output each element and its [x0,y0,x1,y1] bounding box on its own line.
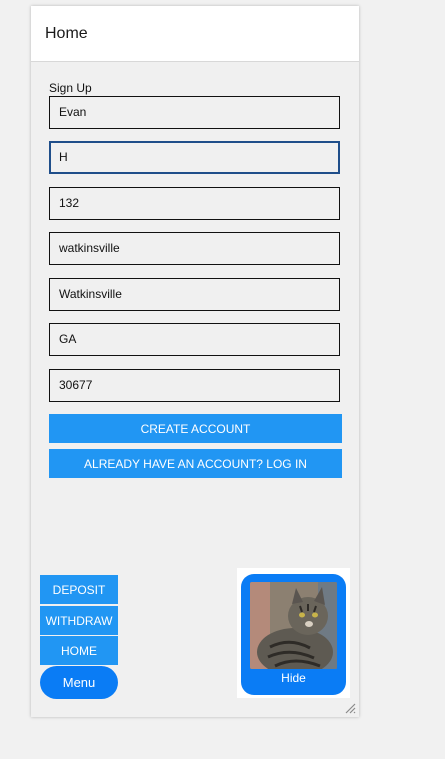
cat-panel: Hide [237,568,350,698]
cat-card[interactable]: Hide [241,574,346,695]
deposit-button[interactable]: DEPOSIT [40,575,118,604]
withdraw-button[interactable]: WITHDRAW [40,606,118,635]
hide-button[interactable]: Hide [241,671,346,685]
home-button[interactable]: HOME [40,636,118,665]
login-button[interactable]: ALREADY HAVE AN ACCOUNT? LOG IN [49,449,342,478]
sign-up-heading: Sign Up [49,81,92,95]
create-account-button[interactable]: CREATE ACCOUNT [49,414,342,443]
state-field[interactable]: GA [49,323,340,356]
city-field[interactable]: Watkinsville [49,278,340,311]
menu-button[interactable]: Menu [40,666,118,699]
first-name-field[interactable]: Evan [49,96,340,129]
zip-field[interactable]: 30677 [49,369,340,402]
cat-image [250,582,337,669]
title-bar: Home [31,6,359,62]
resize-grip-icon[interactable] [344,702,356,714]
page-title: Home [45,25,88,42]
last-name-field[interactable]: H [49,141,340,174]
street-number-field[interactable]: 132 [49,187,340,220]
app-window: Home Sign Up Evan H 132 watkinsville Wat… [31,6,359,717]
street-field[interactable]: watkinsville [49,232,340,265]
